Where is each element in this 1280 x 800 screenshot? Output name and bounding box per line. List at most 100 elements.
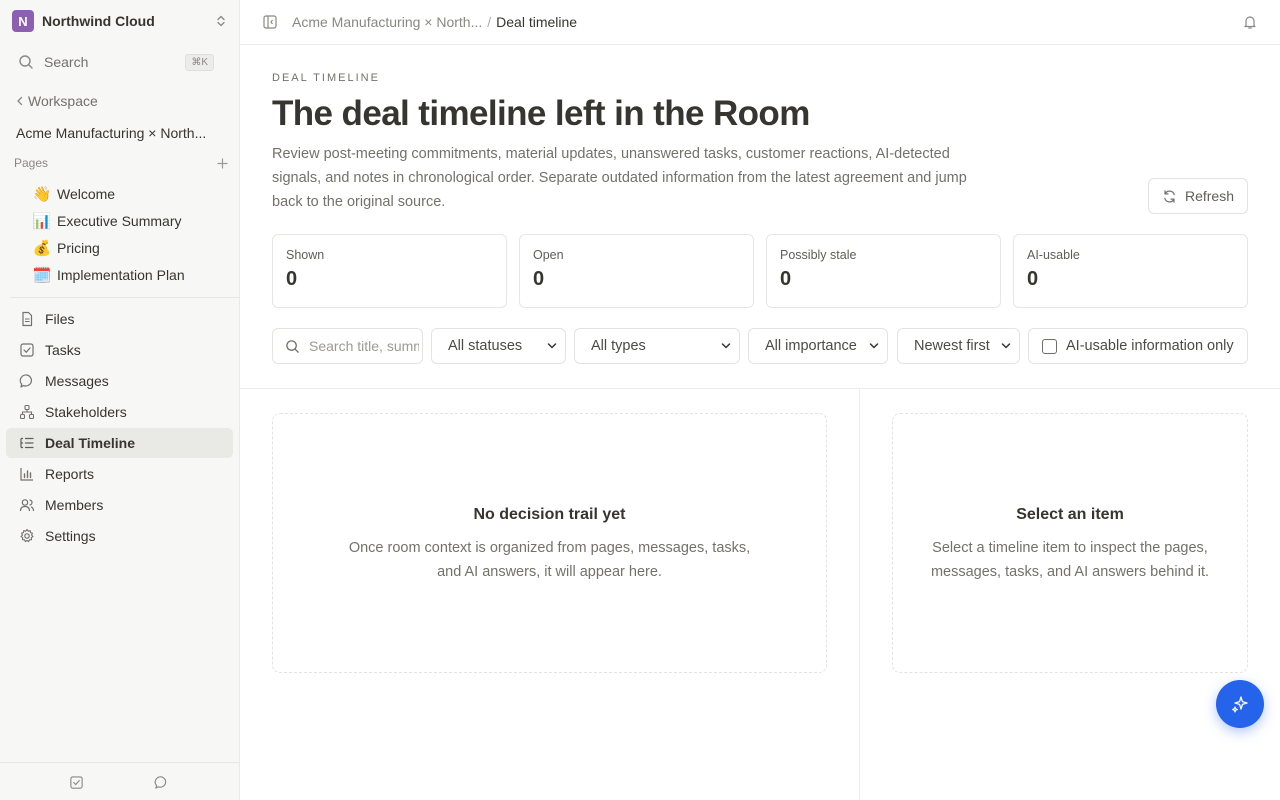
page-title: The deal timeline left in the Room: [272, 94, 810, 133]
nav-item-files[interactable]: Files: [6, 304, 233, 334]
nav-item-tasks[interactable]: Tasks: [6, 335, 233, 365]
nav-item-label: Settings: [45, 528, 96, 544]
nav-item-settings[interactable]: Settings: [6, 521, 233, 551]
workspace-back-link[interactable]: Workspace: [16, 93, 98, 109]
bar-chart-emoji-icon: 📊: [32, 212, 52, 230]
chevron-down-icon: [1001, 343, 1011, 349]
room-name[interactable]: Acme Manufacturing × North...: [16, 125, 222, 141]
breadcrumb-separator: /: [487, 14, 492, 30]
ai-usable-only-label: AI-usable information only: [1066, 338, 1234, 354]
chevron-down-icon: [547, 343, 557, 349]
nav-item-label: Deal Timeline: [45, 435, 136, 451]
money-bag-emoji-icon: 💰: [32, 239, 52, 257]
page-item-label: Executive Summary: [57, 212, 182, 229]
page-item-label: Welcome: [57, 185, 116, 202]
stat-label: AI-usable: [1027, 248, 1080, 262]
refresh-button[interactable]: Refresh: [1148, 178, 1248, 214]
breadcrumb-current: Deal timeline: [496, 14, 578, 30]
topbar: Acme Manufacturing × North... / Deal tim…: [240, 0, 1280, 45]
nav-item-label: Reports: [45, 466, 95, 482]
stat-label: Possibly stale: [780, 248, 857, 262]
search-icon: [286, 339, 299, 353]
stat-label: Shown: [286, 248, 325, 262]
nav-item-reports[interactable]: Reports: [6, 459, 233, 489]
workspace-logo: N: [12, 10, 34, 32]
nav-item-label: Files: [45, 311, 75, 327]
workspace-switcher[interactable]: N Northwind Cloud: [12, 10, 228, 32]
detail-empty-state: Select an item Select a timeline item to…: [892, 413, 1248, 673]
pages-heading: Pages: [14, 156, 49, 170]
page-item-executive-summary[interactable]: 📊 Executive Summary: [32, 207, 185, 234]
room-nav: Files Tasks Messages Stakeholders Deal T…: [6, 304, 233, 552]
stakeholders-icon: [19, 404, 35, 420]
nav-item-members[interactable]: Members: [6, 490, 233, 520]
chevron-down-icon: [721, 343, 731, 349]
stat-value: 0: [780, 268, 792, 290]
stat-card-open: Open 0: [519, 234, 754, 308]
breadcrumb-parent[interactable]: Acme Manufacturing × North...: [292, 14, 482, 30]
refresh-label: Refresh: [1184, 188, 1235, 204]
stat-value: 0: [533, 268, 545, 290]
ai-assistant-button[interactable]: [1216, 680, 1264, 728]
pages-section-header: Pages: [14, 156, 228, 170]
task-checkbox-icon[interactable]: [69, 775, 84, 790]
ai-usable-only-toggle[interactable]: AI-usable information only: [1028, 328, 1248, 364]
chevron-left-icon: [17, 96, 23, 106]
page-eyebrow: DEAL TIMELINE: [272, 72, 380, 84]
nav-item-label: Messages: [45, 373, 109, 389]
bar-chart-icon: [20, 468, 33, 481]
nav-item-stakeholders[interactable]: Stakeholders: [6, 397, 233, 427]
sort-value: Newest first: [914, 338, 990, 354]
stat-value: 0: [286, 268, 298, 290]
timeline-empty-heading: No decision trail yet: [473, 506, 626, 523]
pages-list: 👋 Welcome 📊 Executive Summary 💰 Pricing …: [32, 180, 185, 288]
type-filter-value: All types: [591, 338, 646, 354]
importance-filter-value: All importance: [765, 338, 857, 354]
add-page-icon[interactable]: [217, 157, 228, 169]
ai-usable-only-checkbox[interactable]: [1042, 338, 1057, 354]
message-icon: [19, 374, 33, 388]
file-icon: [22, 311, 33, 327]
timeline-search-field[interactable]: [272, 328, 423, 364]
sidebar-footer: [0, 762, 239, 800]
sparkle-icon: [1231, 696, 1248, 713]
nav-item-messages[interactable]: Messages: [6, 366, 233, 396]
page-description: Review post-meeting commitments, materia…: [272, 146, 967, 210]
nav-item-label: Members: [45, 497, 104, 513]
sort-select[interactable]: Newest first: [897, 328, 1020, 364]
workspace-name: Northwind Cloud: [42, 13, 155, 29]
importance-filter-select[interactable]: All importance: [748, 328, 888, 364]
timeline-empty-state: No decision trail yet Once room context …: [272, 413, 827, 673]
workspace-back-label: Workspace: [28, 93, 98, 109]
stat-value: 0: [1027, 268, 1039, 290]
stat-card-possibly-stale: Possibly stale 0: [766, 234, 1001, 308]
status-filter-select[interactable]: All statuses: [431, 328, 566, 364]
page-item-label: Pricing: [57, 239, 100, 256]
gear-icon: [20, 528, 34, 543]
detail-empty-body: Select a timeline item to inspect the pa…: [930, 540, 1210, 580]
bell-icon[interactable]: [1242, 14, 1258, 30]
page-item-welcome[interactable]: 👋 Welcome: [32, 180, 185, 207]
members-icon: [19, 499, 35, 512]
content-divider: [240, 388, 1280, 389]
chevron-down-icon: [869, 343, 879, 349]
task-checkbox-icon: [20, 343, 34, 357]
sidebar: N Northwind Cloud Search ⌘K Workspace Ac…: [0, 0, 240, 800]
nav-item-label: Stakeholders: [45, 404, 127, 420]
page-item-pricing[interactable]: 💰 Pricing: [32, 234, 185, 261]
search-icon: [19, 55, 33, 69]
sidebar-toggle-icon[interactable]: [262, 14, 278, 30]
type-filter-select[interactable]: All types: [574, 328, 740, 364]
wave-emoji-icon: 👋: [32, 185, 52, 203]
sidebar-search[interactable]: Search ⌘K: [18, 49, 214, 75]
nav-item-label: Tasks: [45, 342, 81, 358]
stat-label: Open: [533, 248, 564, 262]
chat-icon[interactable]: [154, 775, 169, 790]
breadcrumb: Acme Manufacturing × North... / Deal tim…: [292, 14, 577, 30]
nav-item-deal-timeline[interactable]: Deal Timeline: [6, 428, 233, 458]
status-filter-value: All statuses: [448, 338, 523, 354]
page-item-implementation-plan[interactable]: 🗓️ Implementation Plan: [32, 261, 185, 288]
timeline-search-input[interactable]: [309, 338, 419, 354]
timeline-list-icon: [20, 437, 34, 449]
search-label: Search: [44, 54, 89, 70]
